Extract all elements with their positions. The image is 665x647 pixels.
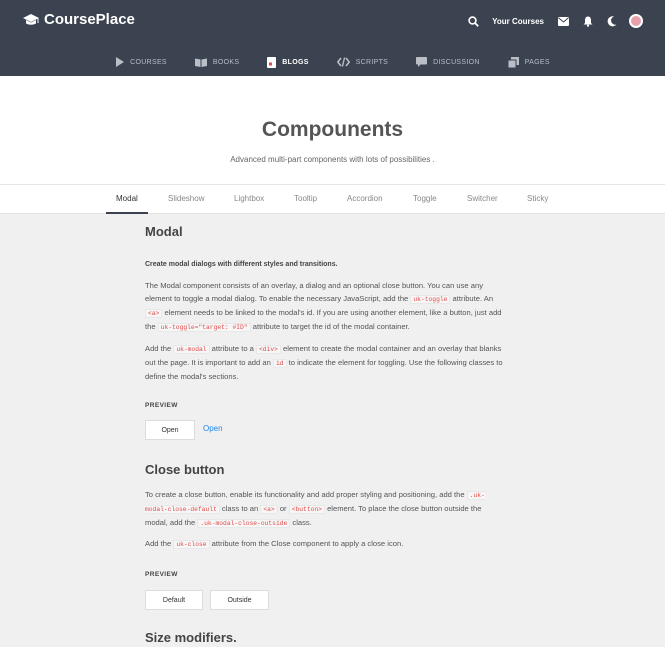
text: Add the bbox=[145, 539, 172, 548]
text: class to an bbox=[221, 504, 259, 513]
blog-icon bbox=[267, 56, 277, 68]
subnav-pages[interactable]: PAGES bbox=[507, 52, 550, 72]
page-subtitle: Advanced multi-part components with lots… bbox=[230, 155, 435, 164]
page-title: Compounents bbox=[261, 118, 404, 141]
close-button-paragraph-2: Add the uk-close attribute from the Clos… bbox=[145, 537, 505, 551]
tab-lightbox[interactable]: Lightbox bbox=[234, 194, 264, 203]
avatar[interactable] bbox=[629, 14, 643, 28]
play-icon bbox=[116, 57, 125, 67]
header-actions: Your Courses bbox=[454, 11, 643, 31]
preview-label: PREVIEW bbox=[145, 571, 178, 578]
text: class. bbox=[292, 518, 312, 527]
text: Add the bbox=[145, 344, 172, 353]
modal-paragraph-1: The Modal component consists of an overl… bbox=[145, 279, 505, 334]
preview-label: PREVIEW bbox=[145, 402, 178, 409]
open-modal-button[interactable]: Open bbox=[145, 420, 195, 440]
section-title-close-button: Close button bbox=[145, 462, 225, 477]
outside-button[interactable]: Outside bbox=[210, 590, 269, 610]
inline-code: uk-toggle="target: #ID" bbox=[157, 323, 251, 332]
text: or bbox=[279, 504, 287, 513]
subnav-label: DISCUSSION bbox=[433, 58, 480, 66]
inline-code: uk-toggle bbox=[410, 295, 451, 304]
subnav-courses[interactable]: COURSES bbox=[115, 52, 167, 72]
open-modal-link[interactable]: Open bbox=[203, 424, 223, 433]
pages-icon bbox=[507, 56, 519, 68]
tab-switcher[interactable]: Switcher bbox=[467, 194, 498, 203]
graduation-cap-icon bbox=[23, 13, 39, 25]
active-tab-indicator bbox=[106, 212, 148, 214]
inline-code: <a> bbox=[145, 309, 163, 318]
inline-code: .uk-modal-close-outside bbox=[197, 519, 291, 528]
tab-slideshow[interactable]: Slideshow bbox=[168, 194, 204, 203]
text: attribute to target the id of the modal … bbox=[252, 322, 410, 331]
close-button-paragraph-1: To create a close button, enable its fun… bbox=[145, 488, 505, 530]
text: To create a close button, enable its fun… bbox=[145, 490, 465, 499]
modal-lead: Create modal dialogs with different styl… bbox=[145, 261, 338, 268]
subnav-label: COURSES bbox=[130, 58, 167, 66]
inline-code: id bbox=[272, 359, 287, 368]
chat-icon bbox=[416, 57, 428, 67]
section-title-modal: Modal bbox=[145, 224, 183, 239]
sub-navigation: COURSES BOOKS BLOGS SCRIPTS DISCUSSION P… bbox=[0, 52, 665, 72]
inline-code: uk-close bbox=[173, 540, 210, 549]
inline-code: uk-modal bbox=[173, 345, 210, 354]
book-icon bbox=[194, 58, 207, 67]
brand-name: CoursePlace bbox=[44, 11, 135, 28]
tab-sticky[interactable]: Sticky bbox=[527, 194, 548, 203]
component-tabs: Modal Slideshow Lightbox Tooltip Accordi… bbox=[0, 184, 665, 214]
mail-icon[interactable] bbox=[558, 16, 569, 26]
subnav-discussion[interactable]: DISCUSSION bbox=[416, 52, 480, 72]
bell-icon[interactable] bbox=[583, 16, 593, 27]
inline-code: <div> bbox=[256, 345, 281, 354]
inline-code: <button> bbox=[288, 505, 325, 514]
subnav-label: BOOKS bbox=[212, 58, 240, 66]
inline-code: <a> bbox=[260, 505, 278, 514]
moon-icon[interactable] bbox=[607, 15, 617, 27]
subnav-books[interactable]: BOOKS bbox=[194, 52, 240, 72]
code-icon bbox=[336, 57, 350, 67]
subnav-blogs[interactable]: BLOGS bbox=[267, 52, 308, 72]
subnav-scripts[interactable]: SCRIPTS bbox=[336, 52, 389, 72]
subnav-label: PAGES bbox=[524, 58, 550, 66]
page-hero: Compounents Advanced multi-part componen… bbox=[0, 76, 665, 184]
text: attribute. An bbox=[452, 294, 494, 303]
tab-toggle[interactable]: Toggle bbox=[413, 194, 437, 203]
default-button[interactable]: Default bbox=[145, 590, 203, 610]
text: attribute from the Close component to ap… bbox=[211, 539, 404, 548]
subnav-label: SCRIPTS bbox=[355, 58, 389, 66]
section-title-size-modifiers: Size modifiers. bbox=[145, 630, 237, 645]
subnav-label: BLOGS bbox=[282, 58, 309, 66]
text: attribute to a bbox=[211, 344, 254, 353]
brand-logo[interactable]: CoursePlace bbox=[22, 11, 135, 28]
your-courses-link[interactable]: Your Courses bbox=[492, 17, 544, 26]
tab-tooltip[interactable]: Tooltip bbox=[294, 194, 317, 203]
tab-modal[interactable]: Modal bbox=[116, 194, 138, 203]
search-icon[interactable] bbox=[468, 15, 479, 27]
tab-accordion[interactable]: Accordion bbox=[347, 194, 383, 203]
modal-paragraph-2: Add the uk-modal attribute to a <div> el… bbox=[145, 342, 505, 383]
top-navbar: CoursePlace Your Courses COURSES BOOKS B… bbox=[0, 0, 665, 76]
